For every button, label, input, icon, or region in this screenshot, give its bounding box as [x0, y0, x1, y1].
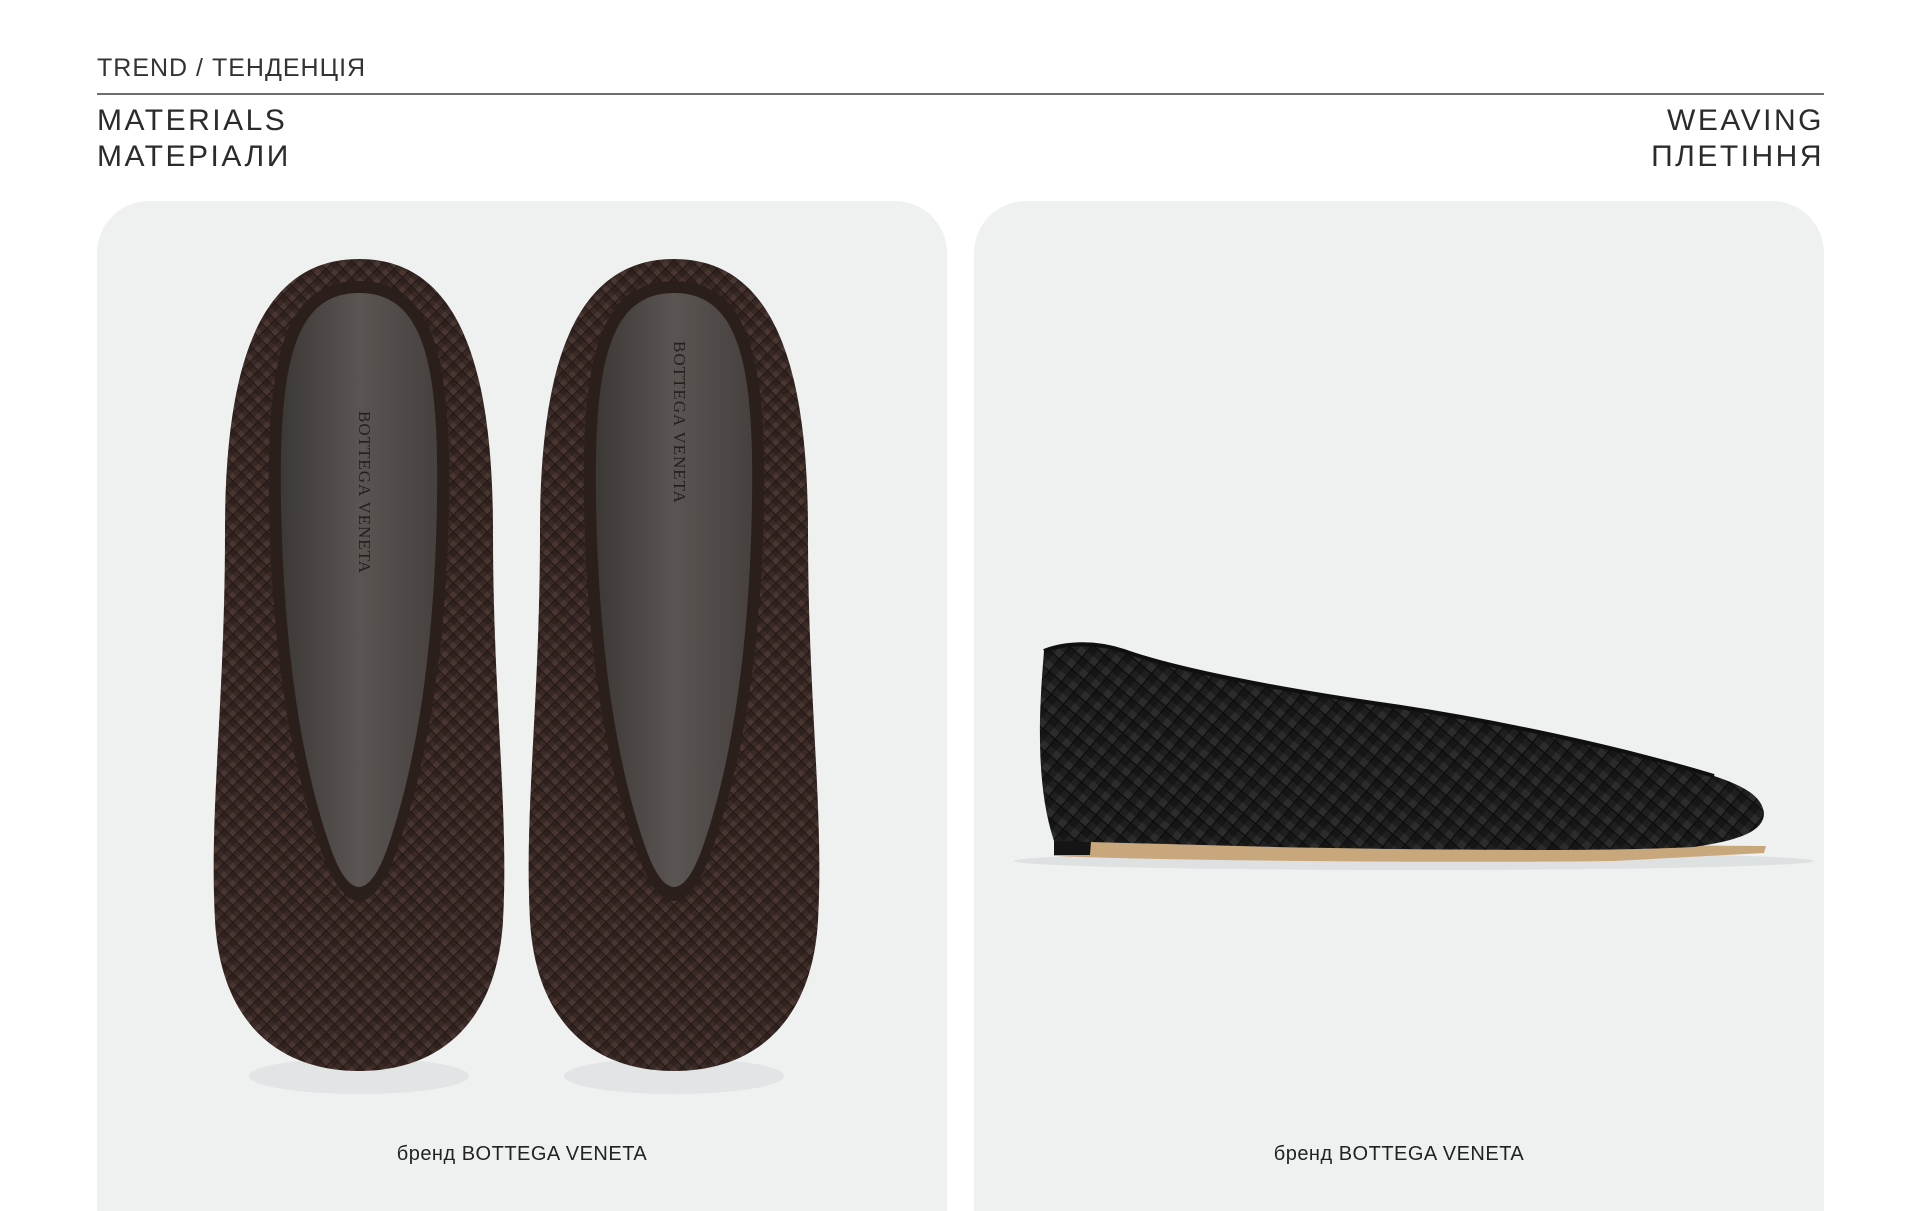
insole-brand-text: BOTTEGA VENETA	[670, 341, 689, 504]
right-shoe: BOTTEGA VENETA	[528, 259, 820, 1071]
product-caption: бренд BOTTEGA VENETA	[396, 1143, 648, 1165]
header-divider	[97, 93, 1824, 95]
woven-flat-side-image	[1014, 642, 1814, 870]
topic-heading: WEAVING ПЛЕТІННЯ	[1651, 103, 1824, 175]
insole-brand-text: BOTTEGA VENETA	[355, 411, 374, 574]
product-card-side-view: бренд BOTTEGA VENETA	[974, 201, 1824, 1211]
breadcrumb: TREND / ТЕНДЕНЦІЯ	[97, 54, 367, 82]
product-card-top-view: BOTTEGA VENETA BOTTEGA VENETA бренд BOTT…	[97, 201, 947, 1211]
topic-title-en: WEAVING	[1667, 104, 1824, 137]
topic-title-uk: ПЛЕТІННЯ	[1651, 140, 1824, 173]
woven-ballet-flats-image: BOTTEGA VENETA BOTTEGA VENETA	[213, 259, 820, 1094]
product-caption: бренд BOTTEGA VENETA	[1273, 1143, 1525, 1165]
category-title-uk: МАТЕРІАЛИ	[97, 140, 291, 173]
left-shoe: BOTTEGA VENETA	[213, 259, 505, 1071]
category-title-en: MATERIALS	[97, 104, 288, 137]
category-heading: MATERIALS МАТЕРІАЛИ	[97, 103, 291, 175]
side-view-shoe	[1039, 642, 1766, 862]
